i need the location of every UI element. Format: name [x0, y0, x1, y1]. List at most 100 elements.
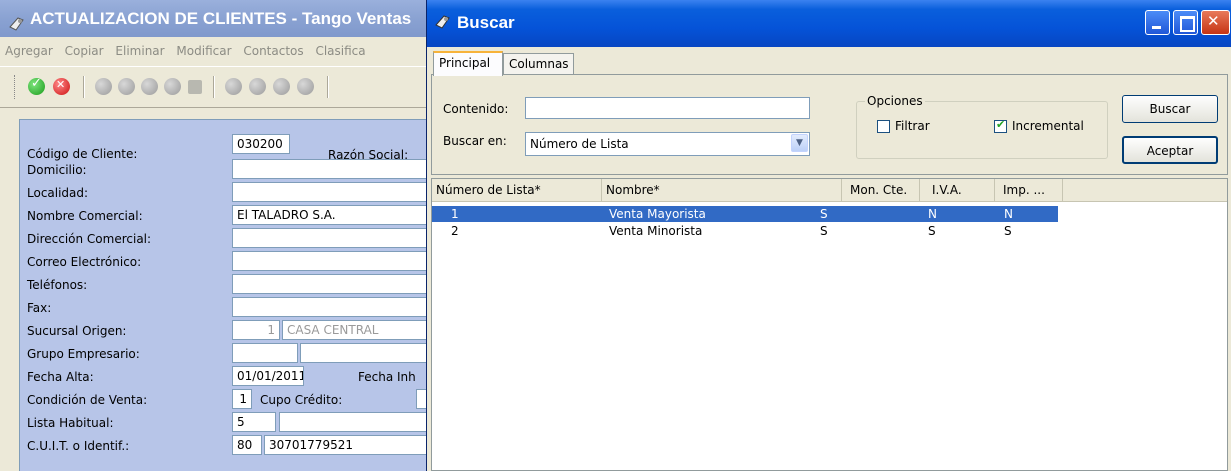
buscar-en-label: Buscar en: — [443, 134, 507, 148]
results-grid: Número de Lista* Nombre* Mon. Cte. I.V.A… — [431, 178, 1228, 471]
buscar-titlebar[interactable]: Buscar — [427, 0, 1231, 47]
correo-field[interactable] — [232, 251, 430, 271]
opciones-group: Opciones Filtrar Incremental — [856, 94, 1108, 159]
telefonos-field[interactable] — [232, 274, 430, 294]
close-button[interactable] — [1201, 10, 1230, 35]
tool-icon[interactable] — [273, 78, 290, 95]
menu-modificar[interactable]: Modificar — [176, 44, 231, 58]
direccion-comercial-field[interactable] — [232, 228, 430, 248]
tool-icon[interactable] — [225, 78, 242, 95]
condicion-venta-label: Condición de Venta: — [27, 393, 148, 407]
menu-agregar[interactable]: Agregar — [5, 44, 53, 58]
cell-iva: N — [928, 207, 937, 221]
buscar-en-select[interactable]: Número de Lista ▼ — [525, 132, 810, 156]
buscar-dialog: Buscar Principal Columnas Contenido: Bus… — [426, 0, 1231, 471]
cancel-icon[interactable] — [53, 78, 70, 95]
app-icon — [434, 13, 452, 34]
first-record-icon[interactable] — [95, 78, 112, 95]
toolbar-separator — [83, 76, 85, 98]
lista-habitual-label: Lista Habitual: — [27, 416, 114, 430]
menu-clasifica[interactable]: Clasifica — [315, 44, 365, 58]
minimize-button[interactable] — [1145, 10, 1170, 35]
client-form-panel: Código de Cliente: 030200 Razón Social: … — [19, 119, 430, 471]
sucursal-origen-label: Sucursal Origen: — [27, 324, 127, 338]
aceptar-button[interactable]: Aceptar — [1122, 136, 1218, 164]
column-header-numero[interactable]: Número de Lista* — [432, 179, 602, 202]
sucursal-code-field[interactable]: 1 — [232, 320, 280, 340]
menu-copiar[interactable]: Copiar — [65, 44, 104, 58]
menu-eliminar[interactable]: Eliminar — [115, 44, 164, 58]
cuit-label: C.U.I.T. o Identif.: — [27, 439, 130, 453]
buscar-button[interactable]: Buscar — [1122, 95, 1218, 123]
cell-iva: S — [928, 224, 936, 238]
buscar-en-value: Número de Lista — [530, 137, 629, 151]
incremental-checkbox[interactable] — [994, 118, 1007, 133]
condicion-venta-field[interactable]: 1 — [232, 389, 252, 409]
client-update-window: ACTUALIZACION DE CLIENTES - Tango Ventas… — [0, 0, 430, 471]
cuit-code-field[interactable]: 80 — [232, 435, 262, 455]
toolbar-separator — [327, 76, 329, 98]
table-row[interactable]: 2 Venta Minorista S S S — [432, 223, 1058, 239]
fecha-alta-field[interactable]: 01/01/2011 — [232, 366, 304, 386]
cell-mon-cte: S — [820, 207, 828, 221]
cupo-credito-label: Cupo Crédito: — [260, 393, 343, 407]
buscar-title: Buscar — [457, 13, 515, 32]
direccion-comercial-label: Dirección Comercial: — [27, 232, 152, 246]
nombre-comercial-label: Nombre Comercial: — [27, 209, 143, 223]
chevron-down-icon[interactable]: ▼ — [791, 134, 808, 152]
telefonos-label: Teléfonos: — [27, 278, 88, 292]
tool-icon[interactable] — [297, 78, 314, 95]
fecha-alta-label: Fecha Alta: — [27, 370, 94, 384]
domicilio-label: Domicilio: — [27, 163, 87, 177]
client-update-toolbar — [0, 66, 430, 108]
cell-imp: N — [1004, 207, 1013, 221]
cell-nombre: Venta Minorista — [609, 224, 703, 238]
cell-mon-cte: S — [820, 224, 828, 238]
opciones-legend: Opciones — [865, 94, 925, 108]
localidad-field[interactable] — [232, 182, 430, 202]
tab-principal[interactable]: Principal — [433, 51, 503, 76]
cell-imp: S — [1004, 224, 1012, 238]
grupo-name-field[interactable] — [300, 343, 430, 363]
cell-numero: 1 — [451, 207, 459, 221]
client-update-title: ACTUALIZACION DE CLIENTES - Tango Ventas — [30, 9, 412, 28]
lista-habitual-field[interactable]: 5 — [232, 412, 276, 432]
cell-numero: 2 — [451, 224, 459, 238]
fecha-inh-label: Fecha Inh — [358, 370, 416, 384]
fax-field[interactable] — [232, 297, 430, 317]
nombre-comercial-field[interactable]: El TALADRO S.A. — [232, 205, 430, 225]
correo-label: Correo Electrónico: — [27, 255, 142, 269]
column-header-imp[interactable]: Imp. ... — [995, 179, 1063, 202]
column-header-mon-cte[interactable]: Mon. Cte. — [842, 179, 920, 202]
column-header-iva[interactable]: I.V.A. — [920, 179, 995, 202]
table-row[interactable]: 1 Venta Mayorista S N N — [432, 206, 1058, 222]
menu-contactos[interactable]: Contactos — [243, 44, 303, 58]
cell-nombre: Venta Mayorista — [609, 207, 706, 221]
filtrar-label: Filtrar — [895, 119, 930, 133]
localidad-label: Localidad: — [27, 186, 89, 200]
filtrar-checkbox[interactable] — [877, 120, 890, 133]
previous-record-icon[interactable] — [118, 78, 135, 95]
grid-header: Número de Lista* Nombre* Mon. Cte. I.V.A… — [432, 179, 1227, 202]
confirm-icon[interactable] — [28, 76, 45, 95]
principal-tab-page: Contenido: Buscar en: Número de Lista ▼ … — [431, 74, 1228, 175]
tool-icon[interactable] — [249, 78, 266, 95]
tab-columnas[interactable]: Columnas — [503, 53, 574, 75]
codigo-cliente-field[interactable]: 030200 — [232, 134, 290, 154]
next-record-icon[interactable] — [141, 78, 158, 95]
contenido-input[interactable] — [525, 97, 810, 119]
grupo-empresario-label: Grupo Empresario: — [27, 347, 140, 361]
maximize-button[interactable] — [1173, 10, 1198, 35]
column-header-nombre[interactable]: Nombre* — [602, 179, 842, 202]
client-form: Código de Cliente: 030200 Razón Social: … — [0, 108, 430, 471]
sucursal-name-field[interactable]: CASA CENTRAL — [282, 320, 430, 340]
toolbar-grip[interactable] — [14, 75, 17, 99]
lista-habitual-name-field[interactable] — [279, 412, 430, 432]
client-update-titlebar[interactable]: ACTUALIZACION DE CLIENTES - Tango Ventas — [0, 0, 430, 37]
cuit-field[interactable]: 30701779521 — [264, 435, 430, 455]
calendar-icon[interactable] — [188, 80, 202, 94]
domicilio-field[interactable] — [232, 159, 430, 179]
fax-label: Fax: — [27, 301, 52, 315]
grupo-code-field[interactable] — [232, 343, 298, 363]
last-record-icon[interactable] — [164, 78, 181, 95]
